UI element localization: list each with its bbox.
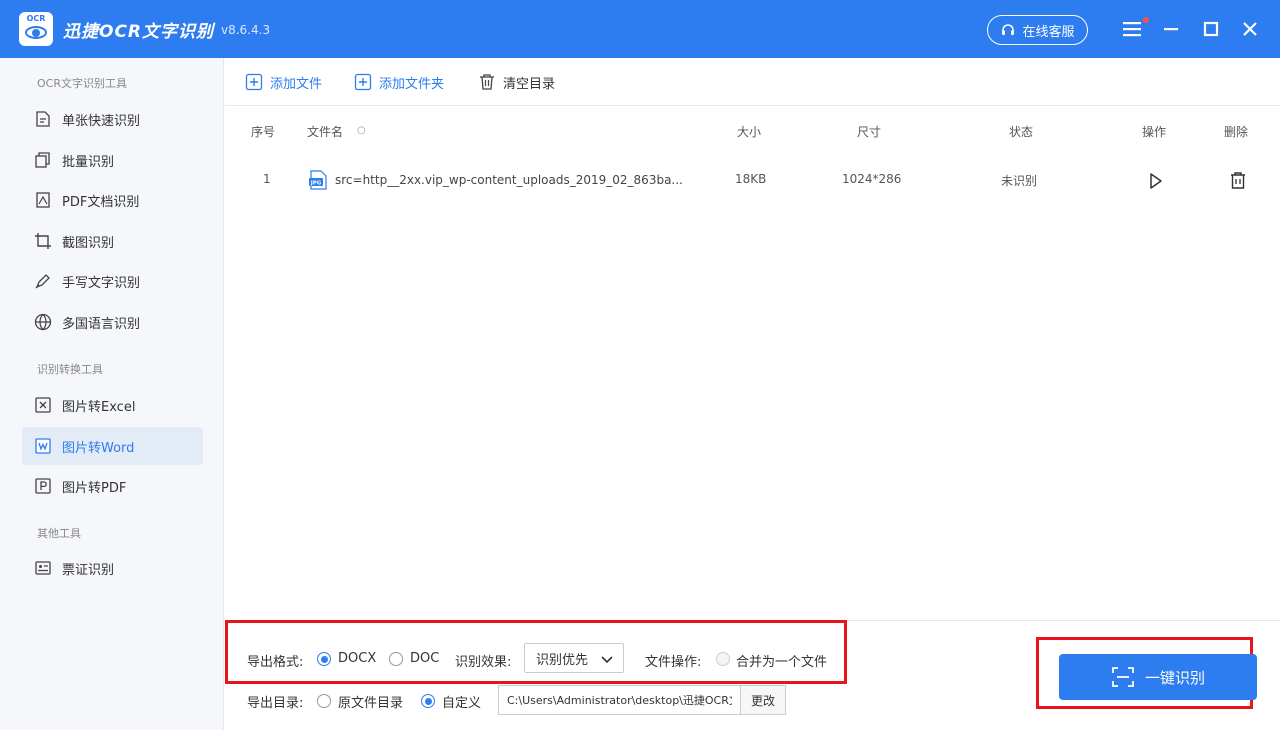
globe-icon	[34, 313, 52, 331]
export-path-input[interactable]	[498, 685, 740, 715]
sidebar-item-image-to-pdf[interactable]: 图片转PDF	[22, 467, 203, 505]
column-header-action: 操作	[1142, 125, 1167, 139]
column-header-filename[interactable]: 文件名	[307, 123, 343, 140]
pdf-doc-icon	[36, 192, 50, 208]
crop-icon	[35, 233, 51, 249]
image-file-icon: JPG	[309, 170, 327, 190]
add-file-label: 添加文件	[270, 76, 323, 92]
add-file-button[interactable]: 添加文件	[245, 72, 322, 92]
pdf-icon	[35, 478, 51, 494]
column-header-dimensions: 尺寸	[857, 125, 882, 139]
notification-dot	[1143, 17, 1149, 23]
sidebar-section-other-tools: 其他工具	[37, 527, 81, 540]
row-dimensions: 1024*286	[842, 172, 902, 186]
app-title: 迅捷OCR文字识别	[63, 22, 215, 42]
minimize-icon	[1164, 28, 1178, 31]
row-index: 1	[263, 172, 271, 186]
batch-icon	[35, 152, 50, 168]
title-bar: OCR 迅捷OCR文字识别 v8.6.4.3 在线客服	[0, 0, 1280, 58]
sidebar-item-image-to-excel[interactable]: 图片转Excel	[22, 386, 203, 424]
sidebar-item-image-to-word[interactable]: 图片转Word	[22, 427, 203, 465]
column-header-size: 大小	[737, 125, 762, 139]
clear-list-button[interactable]: 清空目录	[478, 72, 555, 92]
sidebar-item-label: 批量识别	[62, 154, 115, 170]
dir-original-radio[interactable]	[317, 694, 331, 708]
sidebar-item-label: 图片转Excel	[62, 399, 136, 415]
headset-icon	[1002, 24, 1015, 35]
sidebar-item-label: 图片转PDF	[62, 480, 127, 496]
file-toolbar: 添加文件 添加文件夹 清空目录	[225, 58, 1280, 106]
dir-original-label[interactable]: 原文件目录	[338, 692, 403, 711]
app-logo: OCR	[19, 12, 53, 46]
pen-icon	[35, 274, 50, 289]
add-folder-button[interactable]: 添加文件夹	[354, 72, 444, 92]
ticket-icon	[35, 561, 51, 575]
one-click-recognize-button[interactable]: 一键识别	[1059, 654, 1257, 700]
change-directory-button[interactable]: 更改	[740, 685, 786, 715]
sidebar-item-batch-recognition[interactable]: 批量识别	[22, 141, 203, 179]
sidebar-item-label: 票证识别	[62, 562, 115, 578]
add-folder-icon	[354, 73, 372, 91]
row-status: 未识别	[1001, 174, 1038, 188]
maximize-button[interactable]	[1199, 17, 1223, 41]
row-filename: src=http__2xx.vip_wp-content_uploads_201…	[335, 173, 683, 187]
maximize-icon	[1203, 21, 1219, 37]
menu-button[interactable]	[1120, 17, 1144, 41]
menu-icon	[1123, 22, 1141, 37]
sidebar-item-handwriting-recognition[interactable]: 手写文字识别	[22, 262, 203, 300]
column-header-index: 序号	[251, 125, 276, 139]
export-directory-label: 导出目录:	[247, 696, 304, 711]
sidebar-item-label: 多国语言识别	[62, 316, 141, 332]
excel-icon	[35, 397, 51, 413]
app-version: v8.6.4.3	[221, 23, 271, 37]
sidebar-item-screenshot-recognition[interactable]: 截图识别	[22, 222, 203, 260]
close-button[interactable]	[1238, 17, 1262, 41]
row-size: 18KB	[735, 172, 767, 186]
sidebar-item-label: 图片转Word	[62, 440, 135, 456]
sidebar-item-label: 手写文字识别	[62, 275, 141, 291]
add-folder-label: 添加文件夹	[379, 76, 445, 92]
sidebar-item-ticket-recognition[interactable]: 票证识别	[22, 549, 203, 587]
single-scan-icon	[36, 111, 50, 127]
trash-icon	[480, 74, 494, 90]
sidebar-section-ocr-tools: OCR文字识别工具	[37, 77, 127, 90]
one-click-recognize-label: 一键识别	[1144, 668, 1205, 687]
delete-icon[interactable]	[1229, 171, 1247, 190]
sidebar-section-conversion-tools: 识别转换工具	[37, 363, 103, 376]
dir-custom-radio[interactable]	[421, 694, 435, 708]
word-icon	[35, 438, 51, 454]
close-icon	[1243, 22, 1257, 36]
play-icon[interactable]	[1148, 172, 1164, 190]
add-file-icon	[245, 73, 263, 91]
sort-icon[interactable]: ○	[357, 125, 366, 136]
sidebar-item-single-recognition[interactable]: 单张快速识别	[22, 100, 203, 138]
clear-list-label: 清空目录	[503, 76, 556, 92]
online-service-label: 在线客服	[1022, 24, 1075, 40]
sidebar-item-label: 截图识别	[62, 235, 115, 251]
sidebar-item-label: 单张快速识别	[62, 113, 141, 129]
logo-text: OCR	[26, 14, 46, 23]
column-header-delete: 删除	[1224, 125, 1249, 139]
dir-custom-label[interactable]: 自定义	[442, 692, 481, 711]
minimize-button[interactable]	[1159, 17, 1183, 41]
settings-highlight-box	[225, 620, 847, 684]
online-service-button[interactable]: 在线客服	[987, 15, 1088, 45]
scan-icon	[1112, 667, 1134, 687]
svg-text:JPG: JPG	[310, 181, 322, 187]
sidebar-item-pdf-recognition[interactable]: PDF文档识别	[22, 181, 203, 219]
sidebar-item-multilang-recognition[interactable]: 多国语言识别	[22, 303, 203, 341]
sidebar-item-label: PDF文档识别	[62, 194, 140, 210]
column-header-status: 状态	[1009, 125, 1034, 139]
